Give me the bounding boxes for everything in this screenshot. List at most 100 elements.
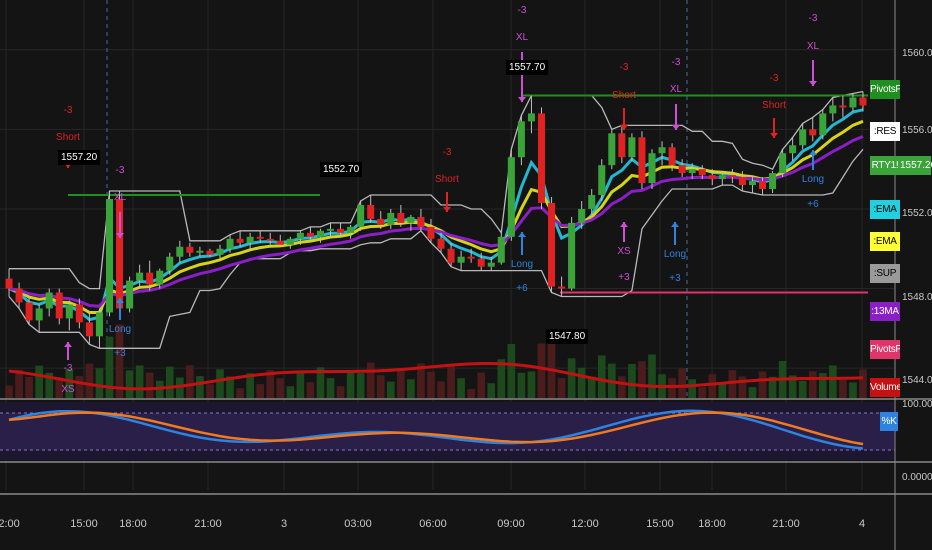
candle-body (35, 308, 43, 321)
candle-body (558, 286, 566, 289)
volume-bar (236, 388, 244, 398)
legend-tag-volume-ma[interactable]: Volume MA (870, 378, 900, 397)
candle-body (708, 175, 716, 180)
legend-tag-pivots-2[interactable]: PivotsPlot (870, 340, 900, 359)
legend-tag-sup[interactable]: :SUP (870, 264, 900, 283)
candle-body (809, 129, 817, 136)
candle-body (337, 228, 345, 233)
candle-body (186, 246, 194, 253)
time-tick: 21:00 (772, 518, 800, 530)
volume-bar (457, 378, 465, 398)
exit-signal-label: XL (669, 84, 683, 95)
signal-arrows (64, 52, 817, 360)
price-tick: 1548.00 (902, 292, 932, 303)
legend-tag-ema-slow[interactable]: :EMA (870, 232, 900, 251)
time-tick: 4 (858, 518, 866, 530)
volume-bar (216, 369, 224, 398)
long-signal-number: +6 (516, 283, 528, 294)
volume-bar (356, 373, 365, 398)
volume-bar (346, 371, 355, 398)
long-arrow (671, 222, 679, 227)
last-price-label: 1557.20 (900, 156, 932, 175)
candle-body (296, 232, 304, 239)
candle-body (357, 204, 365, 227)
volume-bar (437, 381, 445, 398)
long-signal-label: Long (510, 259, 534, 270)
time-tick: 09:00 (497, 518, 525, 530)
short-signal-label: Short (612, 90, 636, 101)
candle-body (387, 212, 395, 225)
volume-bar (618, 376, 626, 398)
candle-body (377, 218, 385, 225)
legend-tag-13ma[interactable]: :13MA (870, 302, 900, 321)
pivot-levels (8, 90, 868, 349)
candle-body (849, 97, 857, 108)
volume-bar (718, 383, 727, 398)
candle-body (85, 322, 93, 337)
candle-body (246, 236, 254, 243)
volume-bar (366, 362, 375, 398)
long-signal-label: Long (801, 174, 825, 185)
price-chart[interactable] (0, 0, 932, 550)
time-tick: 06:00 (419, 518, 447, 530)
volume-bars (5, 324, 867, 398)
candle-body (126, 280, 134, 309)
candle-body (447, 248, 455, 263)
time-tick: 21:00 (194, 518, 222, 530)
volume-bar (135, 365, 144, 398)
candle-body (748, 181, 756, 186)
legend-tag-pivots[interactable]: PivotsPlot (870, 80, 900, 99)
volume-bar (397, 368, 405, 398)
candle-body (55, 292, 63, 319)
candle-body (347, 226, 355, 233)
exit-arrow (518, 97, 526, 102)
candle-body (648, 153, 656, 184)
volume-bar (839, 377, 847, 398)
volume-bar (577, 367, 586, 398)
volume-bar (678, 368, 686, 398)
short-signal-number: -3 (442, 147, 452, 158)
candle-body (226, 238, 234, 249)
exit-arrow (64, 342, 72, 347)
candle-body (306, 232, 314, 237)
candle-body (326, 228, 335, 231)
time-tick: 3 (280, 518, 288, 530)
candle-body (789, 145, 797, 154)
candle-body (216, 248, 224, 255)
time-tick: 03:00 (344, 518, 372, 530)
candle-body (397, 212, 405, 223)
candle-body (829, 105, 837, 114)
exit-arrow (809, 81, 817, 86)
volume-bar (738, 376, 747, 398)
legend-tag-ema-fast[interactable]: :EMA (870, 200, 900, 219)
price-tick: 1552.00 (902, 208, 932, 219)
volume-bar (276, 378, 285, 398)
legend-tag-symbol[interactable]: RTY1! (870, 156, 900, 175)
long-signal-label: Long (663, 249, 687, 260)
candle-body (839, 105, 847, 108)
candle-body (256, 236, 264, 239)
exit-signal-label: XL (515, 32, 529, 43)
legend-tag-stoch-k[interactable]: %K (880, 412, 898, 431)
candle-body (598, 165, 606, 196)
candle-body (156, 270, 164, 285)
price-tick: 1544.00 (902, 375, 932, 386)
candle-body (779, 153, 787, 174)
time-tick: 12:00 (0, 518, 20, 530)
time-tick: 18:00 (698, 518, 726, 530)
short-signal-label: Short (762, 100, 786, 111)
candle-body (286, 238, 294, 245)
time-tick: 12:00 (571, 518, 599, 530)
exit-signal-label: XS (61, 384, 75, 395)
candle-body (578, 208, 586, 223)
exit-signal-number: +3 (618, 272, 630, 283)
price-flag: 1557.70 (506, 60, 549, 75)
candle-body (136, 272, 144, 281)
price-tick: 1556.00 (902, 125, 932, 136)
long-signal-number: +3 (669, 273, 681, 284)
exit-signal-number: -3 (115, 165, 125, 176)
candle-body (45, 292, 53, 309)
volume-bar (698, 387, 707, 398)
legend-tag-res[interactable]: :RES (870, 122, 900, 141)
candle-body (95, 312, 103, 337)
